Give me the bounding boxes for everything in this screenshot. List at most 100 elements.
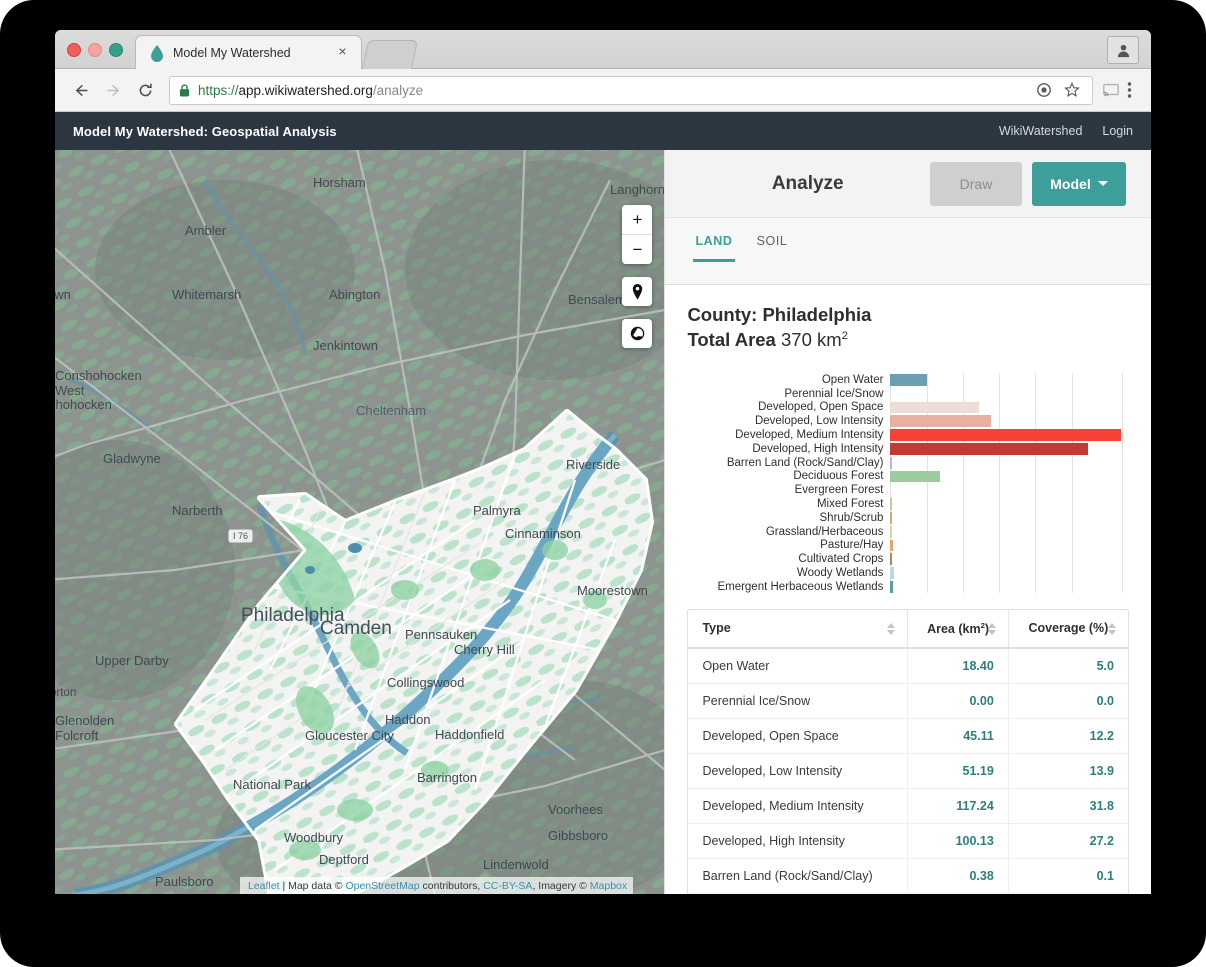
model-button-label: Model — [1050, 176, 1090, 192]
chart-bar — [890, 443, 1087, 455]
chart-category-label: Mixed Forest — [687, 498, 890, 510]
nav-link-login[interactable]: Login — [1102, 124, 1133, 138]
chart-bar-track — [890, 566, 1122, 580]
column-header-area[interactable]: Area (km2) — [908, 610, 1008, 648]
attribution-mapbox-link[interactable]: Mapbox — [590, 880, 627, 892]
table-cell-area: 51.19 — [908, 754, 1008, 789]
chart-bar — [890, 388, 892, 400]
map-attribution: Leaflet | Map data © OpenStreetMap contr… — [240, 877, 633, 894]
chart-category-label: Woody Wetlands — [687, 567, 890, 579]
chart-row: Grassland/Herbaceous — [687, 525, 1129, 539]
zoom-out-button[interactable]: − — [622, 234, 652, 264]
address-bar[interactable]: https://app.wikiwatershed.org/analyze — [169, 76, 1093, 105]
column-header-type[interactable]: Type — [688, 610, 907, 648]
chart-row: Developed, Low Intensity — [687, 414, 1129, 428]
minimize-window-button[interactable] — [88, 43, 102, 57]
attribution-license-link[interactable]: CC-BY-SA — [483, 880, 532, 892]
chart-category-label: Developed, Low Intensity — [687, 415, 890, 427]
table-cell-type: Developed, Medium Intensity — [688, 789, 907, 824]
chart-bar-track — [890, 387, 1122, 401]
table-cell-type: Developed, Low Intensity — [688, 754, 907, 789]
chart-bar — [890, 374, 926, 386]
zoom-in-button[interactable]: + — [622, 205, 652, 234]
globe-layers-icon[interactable] — [622, 319, 652, 348]
attribution-text: , Imagery © — [532, 880, 589, 892]
column-header-coverage[interactable]: Coverage (%) — [1008, 610, 1128, 648]
maximize-window-button[interactable] — [109, 43, 123, 57]
table-body: Open Water18.405.0Perennial Ice/Snow0.00… — [688, 648, 1128, 894]
chart-bar-track — [890, 414, 1122, 428]
chart-row: Mixed Forest — [687, 497, 1129, 511]
chart-row: Pasture/Hay — [687, 539, 1129, 553]
chart-bars: Open WaterPerennial Ice/SnowDeveloped, O… — [687, 373, 1129, 593]
table-row: Developed, Medium Intensity117.2431.8 — [688, 789, 1128, 824]
target-icon[interactable] — [1034, 81, 1053, 100]
chart-bar — [890, 553, 892, 565]
chart-category-label: Pasture/Hay — [687, 539, 890, 551]
table-cell-area: 0.00 — [908, 684, 1008, 719]
basemap-control-group — [622, 319, 652, 348]
total-area-value: 370 km — [781, 329, 842, 350]
chart-bar-track — [890, 373, 1122, 387]
app-header: Model My Watershed: Geospatial Analysis … — [55, 112, 1151, 150]
chart-bar-track — [890, 580, 1122, 593]
url-path: /analyze — [373, 83, 423, 98]
attribution-osm-link[interactable]: OpenStreetMap — [345, 880, 419, 892]
chart-row: Open Water — [687, 373, 1129, 387]
draw-button[interactable]: Draw — [930, 162, 1022, 206]
chart-category-label: Cultivated Crops — [687, 553, 890, 565]
chart-row: Deciduous Forest — [687, 470, 1129, 484]
profile-avatar-icon[interactable] — [1107, 36, 1139, 64]
chart-row: Developed, High Intensity — [687, 442, 1129, 456]
table-cell-type: Developed, Open Space — [688, 719, 907, 754]
chart-bar-track — [890, 456, 1122, 470]
table-cell-type: Developed, High Intensity — [688, 824, 907, 859]
map-basemap-tiles — [55, 150, 664, 894]
star-icon[interactable] — [1062, 81, 1081, 100]
sort-toggle-icon[interactable] — [988, 623, 996, 635]
url-scheme: https:// — [198, 83, 239, 98]
chart-row: Developed, Open Space — [687, 401, 1129, 415]
browser-tab[interactable]: Model My Watershed × — [135, 35, 362, 69]
chart-bar — [890, 581, 892, 593]
map-pin-icon[interactable] — [622, 277, 652, 306]
map-canvas[interactable]: Horsham Langhorne Ambler Abington Whitem… — [55, 150, 664, 894]
attribution-text: Map data © — [288, 880, 345, 892]
column-label: Type — [702, 621, 730, 635]
back-button[interactable] — [67, 76, 95, 104]
chart-category-label: Developed, Open Space — [687, 401, 890, 413]
table-header-row: Type Area (km2) Coverage (%) — [688, 610, 1128, 648]
sort-toggle-icon[interactable] — [1108, 623, 1116, 635]
reload-button[interactable] — [131, 76, 159, 104]
table-row: Open Water18.405.0 — [688, 648, 1128, 684]
chart-row: Woody Wetlands — [687, 566, 1129, 580]
sort-toggle-icon[interactable] — [887, 623, 895, 635]
table-row: Developed, High Intensity100.1327.2 — [688, 824, 1128, 859]
tab-land[interactable]: LAND — [683, 234, 744, 262]
attribution-leaflet-link[interactable]: Leaflet — [248, 880, 280, 892]
chart-bar-track — [890, 525, 1122, 539]
close-tab-icon[interactable]: × — [336, 45, 349, 58]
table-cell-coverage: 0.0 — [1008, 684, 1128, 719]
analyze-panel: Analyze Draw Model LAND SOIL County: Phi… — [664, 150, 1151, 894]
table-cell-coverage: 13.9 — [1008, 754, 1128, 789]
county-heading: County: Philadelphia — [687, 303, 1129, 328]
chart-category-label: Shrub/Scrub — [687, 512, 890, 524]
chart-bar — [890, 471, 940, 483]
table-cell-area: 0.38 — [908, 859, 1008, 894]
kebab-menu-icon[interactable] — [1120, 81, 1139, 100]
chart-bar — [890, 484, 892, 496]
chevron-down-icon — [1098, 181, 1108, 186]
chart-row: Shrub/Scrub — [687, 511, 1129, 525]
tab-soil[interactable]: SOIL — [745, 234, 800, 262]
table-cell-type: Perennial Ice/Snow — [688, 684, 907, 719]
nav-link-wikiwatershed[interactable]: WikiWatershed — [999, 124, 1083, 138]
web-app: Model My Watershed: Geospatial Analysis … — [55, 112, 1151, 894]
cast-icon[interactable] — [1101, 81, 1120, 100]
close-window-button[interactable] — [67, 43, 81, 57]
chart-category-label: Barren Land (Rock/Sand/Clay) — [687, 457, 890, 469]
panel-content: County: Philadelphia Total Area 370 km2 … — [665, 285, 1151, 593]
model-button[interactable]: Model — [1032, 162, 1126, 206]
table-cell-type: Barren Land (Rock/Sand/Clay) — [688, 859, 907, 894]
new-tab-button[interactable] — [362, 40, 418, 69]
